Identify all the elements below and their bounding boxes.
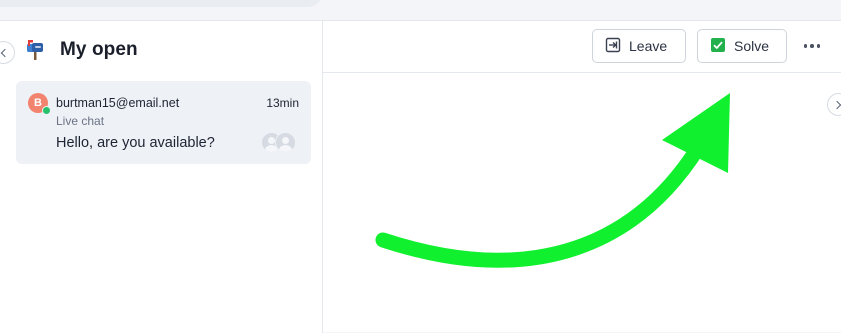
- conversation-toolbar: Leave Solve: [323, 21, 841, 73]
- sidebar-title: My open: [60, 39, 138, 60]
- mailbox-icon: [24, 39, 46, 61]
- avatar: B: [28, 93, 51, 115]
- top-search-area[interactable]: [0, 0, 322, 7]
- conversation-time: 13min: [266, 96, 299, 110]
- agent-avatar-icon: [275, 132, 296, 153]
- top-bar: [0, 0, 841, 20]
- conversation-sidebar: My open B burtman15@email.net 13min Live…: [0, 21, 323, 333]
- avatar-initial: B: [34, 97, 42, 109]
- solve-button[interactable]: Solve: [697, 29, 787, 63]
- sidebar-header: My open: [24, 37, 138, 63]
- inbox-panel: My open B burtman15@email.net 13min Live…: [0, 20, 841, 333]
- leave-button[interactable]: Leave: [592, 29, 686, 63]
- conversation-card[interactable]: B burtman15@email.net 13min Live chat He…: [16, 81, 311, 164]
- more-horizontal-icon: [803, 44, 808, 48]
- chevron-right-icon: [832, 100, 841, 109]
- conversation-email: burtman15@email.net: [56, 96, 180, 110]
- conversation-message-preview: Hello, are you available?: [56, 135, 215, 151]
- chevron-left-icon: [0, 48, 10, 57]
- collapse-left-button[interactable]: [0, 41, 15, 64]
- collapse-right-button[interactable]: [827, 93, 841, 116]
- conversation-channel: Live chat: [56, 114, 105, 128]
- online-status-dot: [42, 106, 51, 115]
- solve-label: Solve: [734, 38, 770, 54]
- more-options-button[interactable]: [801, 37, 823, 55]
- conversation-main: Leave Solve: [323, 21, 841, 333]
- checkbox-check-icon: [710, 37, 726, 56]
- leave-icon: [605, 37, 621, 56]
- agent-avatars: [261, 132, 299, 154]
- leave-label: Leave: [629, 38, 668, 54]
